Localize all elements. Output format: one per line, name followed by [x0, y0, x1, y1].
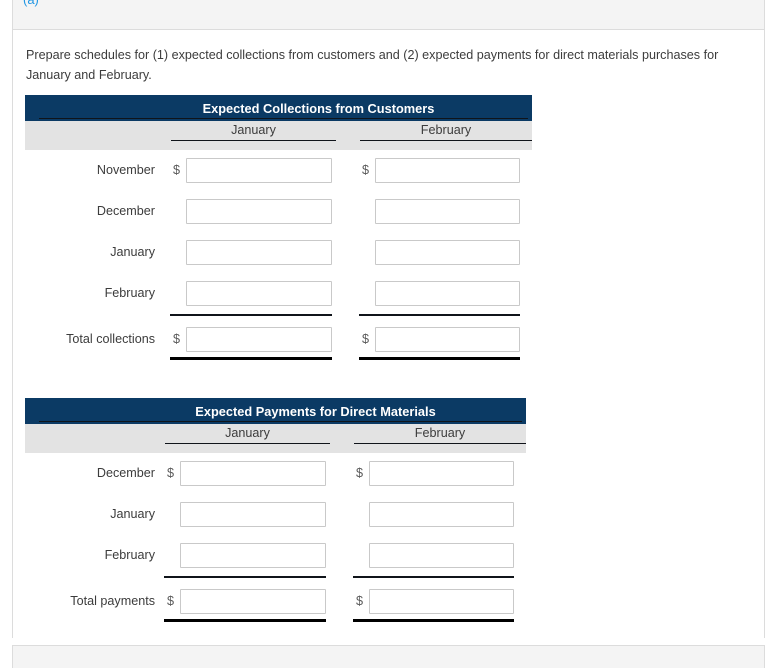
amount-input-february-january[interactable]	[375, 240, 520, 265]
schedule-title-text: Expected Collections from Customers	[202, 100, 435, 116]
currency-symbol: $	[362, 332, 370, 346]
table-row: February	[25, 273, 532, 314]
column-header-row: January February	[25, 121, 532, 150]
amount-input-february-february[interactable]	[369, 543, 514, 568]
content-panel: Prepare schedules for (1) expected colle…	[12, 30, 765, 638]
schedule-body: November $ $ December January February Total c…	[25, 150, 532, 360]
row-label: December	[96, 204, 155, 218]
row-label: February	[104, 286, 155, 300]
amount-input-february-december[interactable]	[369, 461, 514, 486]
table-row: December $ $	[25, 453, 526, 494]
table-row: January	[25, 232, 532, 273]
table-row: January	[25, 494, 526, 535]
amount-input-january-december[interactable]	[180, 461, 326, 486]
row-label: January	[110, 245, 155, 259]
amount-input-january-total-payments[interactable]	[180, 589, 326, 614]
schedule-table: Expected Collections from Customers Janua…	[25, 95, 532, 360]
currency-symbol: $	[356, 594, 364, 608]
schedule-body: December $ $ January February Total payments $…	[25, 453, 526, 622]
schedule-title-text: Expected Payments for Direct Materials	[195, 403, 436, 419]
subtotal-rule-top	[164, 576, 326, 578]
amount-input-february-total-collections[interactable]	[375, 327, 520, 352]
amount-input-february-february[interactable]	[375, 281, 520, 306]
subtotal-rule-top	[170, 314, 332, 316]
row-label: February	[104, 548, 155, 562]
instructions-text: Prepare schedules for (1) expected colle…	[26, 48, 719, 82]
title-underline	[39, 420, 522, 422]
subtotal-rule-top	[353, 576, 514, 578]
question-part-page: (a) Prepare schedules for (1) expected c…	[0, 0, 781, 668]
total-rule-bottom	[359, 357, 520, 360]
part-label: (a)	[23, 0, 39, 8]
currency-symbol: $	[167, 466, 175, 480]
next-section-strip	[12, 645, 765, 668]
amount-input-february-january[interactable]	[369, 502, 514, 527]
column-header-january: January	[165, 426, 330, 444]
amount-input-january-january[interactable]	[180, 502, 326, 527]
column-header-february: February	[354, 426, 526, 444]
amount-input-february-november[interactable]	[375, 158, 520, 183]
total-rule-bottom	[170, 357, 332, 360]
row-label: Total collections	[66, 332, 155, 346]
row-label: November	[96, 163, 155, 177]
currency-symbol: $	[167, 594, 175, 608]
schedule-title: Expected Collections from Customers	[25, 95, 532, 121]
amount-input-january-november[interactable]	[186, 158, 332, 183]
currency-symbol: $	[356, 466, 364, 480]
column-header-row: January February	[25, 424, 526, 453]
amount-input-february-total-payments[interactable]	[369, 589, 514, 614]
column-header-february: February	[360, 123, 532, 141]
amount-input-january-december[interactable]	[186, 199, 332, 224]
part-header-strip: (a)	[12, 0, 765, 30]
amount-input-february-december[interactable]	[375, 199, 520, 224]
table-row: Total payments $ $	[25, 576, 526, 622]
row-label: Total payments	[70, 594, 155, 608]
column-header-january: January	[171, 123, 336, 141]
row-label: January	[110, 507, 155, 521]
table-row: February	[25, 535, 526, 576]
schedule-table: Expected Payments for Direct Materials Ja…	[25, 398, 526, 622]
table-row: December	[25, 191, 532, 232]
currency-symbol: $	[173, 163, 181, 177]
table-row: Total collections $ $	[25, 314, 532, 360]
amount-input-january-january[interactable]	[186, 240, 332, 265]
subtotal-rule-top	[359, 314, 520, 316]
row-label: December	[96, 466, 155, 480]
amount-input-january-total-collections[interactable]	[186, 327, 332, 352]
total-rule-bottom	[164, 619, 326, 622]
amount-input-january-february[interactable]	[186, 281, 332, 306]
table-row: November $ $	[25, 150, 532, 191]
title-underline	[39, 117, 528, 119]
schedule-title: Expected Payments for Direct Materials	[25, 398, 526, 424]
currency-symbol: $	[173, 332, 181, 346]
currency-symbol: $	[362, 163, 370, 177]
total-rule-bottom	[353, 619, 514, 622]
amount-input-january-february[interactable]	[180, 543, 326, 568]
